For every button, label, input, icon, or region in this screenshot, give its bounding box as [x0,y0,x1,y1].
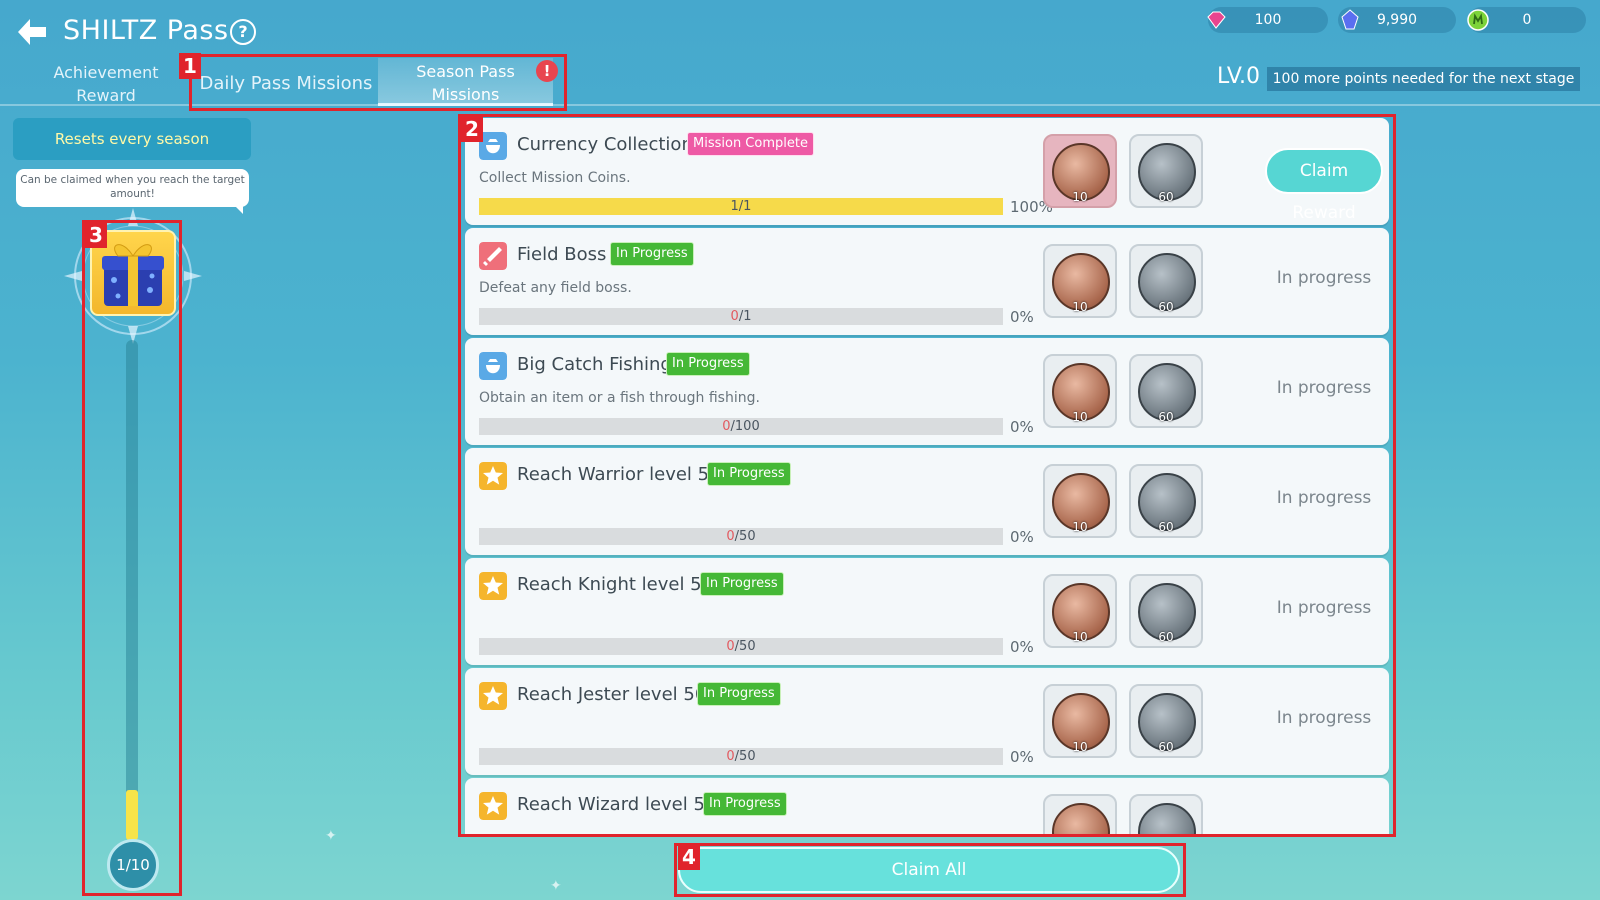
help-icon[interactable]: ? [230,19,256,45]
callout-box-4 [674,843,1186,897]
pink-gem-icon [1207,11,1226,29]
currency-value: 9,990 [1376,12,1418,28]
sparkle-decoration: ✦ [550,878,562,894]
currency-value: 100 [1254,12,1282,28]
callout-box-3 [82,220,182,896]
tooltip-line1: Can be claimed when you reach the target [20,174,245,186]
blue-crystal-icon [1341,9,1359,30]
callout-number: 2 [461,116,483,142]
tab-label-line1: Achievement [53,63,159,82]
back-arrow-icon[interactable] [14,14,50,50]
callout-number: 4 [678,844,700,870]
callout-number: 3 [85,222,107,248]
callout-number: 1 [179,53,201,79]
level-progress-message: 100 more points needed for the next stag… [1267,67,1580,91]
page-title: SHILTZ Pass [63,15,229,46]
resets-every-season-label: Resets every season [13,118,251,160]
tab-achievement-reward[interactable]: Achievement Reward [40,61,172,107]
tooltip-line2: amount! [110,188,155,200]
green-medal-icon [1467,9,1489,31]
sparkle-decoration: ✦ [325,828,337,844]
level-label: LV.0 [1217,64,1261,89]
claim-tooltip: Can be claimed when you reach the target… [16,169,249,214]
callout-box-2 [458,114,1396,837]
callout-box-1 [189,54,567,111]
currency-value: 0 [1522,12,1532,28]
